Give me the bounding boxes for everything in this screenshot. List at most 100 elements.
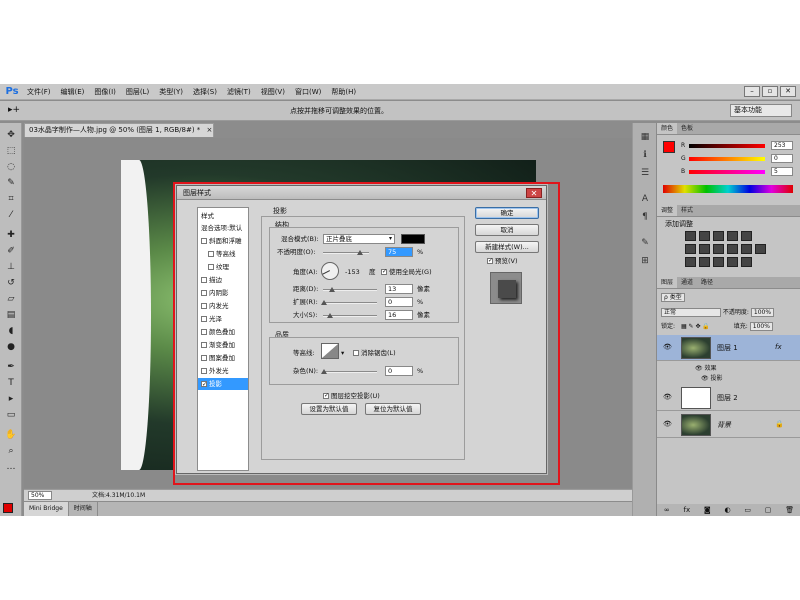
- channel-mixer-icon[interactable]: [741, 244, 752, 254]
- dialog-close-button[interactable]: ✕: [526, 188, 542, 198]
- threshold-icon[interactable]: [713, 257, 724, 267]
- eraser-icon[interactable]: ▱: [4, 293, 18, 305]
- cancel-button[interactable]: 取消: [475, 224, 539, 236]
- style-inner-glow[interactable]: 内发光: [198, 300, 248, 312]
- path-select-icon[interactable]: ▸: [4, 393, 18, 405]
- layer-name[interactable]: 图层 1: [717, 343, 738, 353]
- eye-icon[interactable]: 👁: [663, 420, 672, 428]
- tab-adjustments[interactable]: 调整: [657, 205, 678, 216]
- global-light-option[interactable]: 使用全局光(G): [381, 267, 432, 277]
- crop-icon[interactable]: ⌗: [4, 193, 18, 205]
- color-balance-icon[interactable]: [699, 244, 710, 254]
- blend-mode-select[interactable]: 正片叠底: [323, 234, 395, 244]
- menu-layer[interactable]: 图层(L): [121, 84, 154, 100]
- style-texture[interactable]: 纹理: [198, 261, 248, 273]
- layer-name[interactable]: 背景: [717, 420, 731, 430]
- history-icon[interactable]: ▦: [638, 131, 652, 143]
- satin-checkbox[interactable]: [201, 316, 207, 322]
- tab-color[interactable]: 颜色: [657, 123, 678, 134]
- workspace-select[interactable]: 基本功能: [730, 104, 792, 117]
- fx-icon[interactable]: fx: [775, 343, 782, 351]
- exposure-icon[interactable]: [727, 231, 738, 241]
- eye-icon[interactable]: 👁: [663, 343, 672, 351]
- size-slider[interactable]: [323, 313, 377, 318]
- blur-icon[interactable]: ◖: [4, 325, 18, 337]
- drop-shadow-effect[interactable]: 👁 投影: [701, 373, 723, 382]
- contour-checkbox[interactable]: [208, 251, 214, 257]
- more-tools-icon[interactable]: …: [4, 461, 18, 473]
- style-satin[interactable]: 光泽: [198, 313, 248, 325]
- curves-icon[interactable]: [713, 231, 724, 241]
- color-overlay-checkbox[interactable]: [201, 329, 207, 335]
- style-pattern-overlay[interactable]: 图案叠加: [198, 352, 248, 364]
- ok-button[interactable]: 确定: [475, 207, 539, 219]
- make-default-button[interactable]: 设置为默认值: [301, 403, 357, 415]
- bevel-checkbox[interactable]: [201, 238, 207, 244]
- tab-layers[interactable]: 图层: [657, 277, 678, 288]
- history-brush-icon[interactable]: ↺: [4, 277, 18, 289]
- clone-source-icon[interactable]: ⊞: [638, 255, 652, 267]
- antialias-option[interactable]: 消除锯齿(L): [353, 348, 396, 358]
- lasso-icon[interactable]: ◌: [4, 161, 18, 173]
- menu-image[interactable]: 图像(I): [89, 84, 121, 100]
- texture-checkbox[interactable]: [208, 264, 214, 270]
- maximize-button[interactable]: ▫: [762, 86, 778, 97]
- menu-select[interactable]: 选择(S): [188, 84, 222, 100]
- menu-help[interactable]: 帮助(H): [326, 84, 361, 100]
- gradient-overlay-checkbox[interactable]: [201, 342, 207, 348]
- panel-foreground-swatch[interactable]: [663, 141, 675, 153]
- opacity-input[interactable]: 75: [385, 247, 413, 257]
- layer-name[interactable]: 图层 2: [717, 393, 738, 403]
- shape-icon[interactable]: ▭: [4, 409, 18, 421]
- document-info[interactable]: 文档:4.31M/10.1M: [92, 491, 145, 500]
- menu-filter[interactable]: 滤镜(T): [222, 84, 256, 100]
- spread-slider-thumb[interactable]: [321, 300, 327, 305]
- fill-value[interactable]: 100%: [749, 322, 773, 331]
- hand-icon[interactable]: ✋: [4, 429, 18, 441]
- effects-eye-icon[interactable]: 👁: [695, 365, 705, 372]
- new-group-icon[interactable]: ▭: [744, 504, 751, 516]
- spread-slider[interactable]: [321, 300, 377, 305]
- eye-icon[interactable]: 👁: [663, 393, 672, 401]
- styles-header[interactable]: 样式: [198, 210, 248, 222]
- levels-icon[interactable]: [699, 231, 710, 241]
- marquee-icon[interactable]: ⬚: [4, 145, 18, 157]
- paragraph-icon[interactable]: ¶: [638, 211, 652, 223]
- style-contour[interactable]: 等高线: [198, 248, 248, 260]
- noise-input[interactable]: 0: [385, 366, 413, 376]
- distance-input[interactable]: 13: [385, 284, 413, 294]
- preview-checkbox[interactable]: [487, 256, 493, 266]
- tab-timeline[interactable]: 时间轴: [69, 502, 98, 516]
- photo-filter-icon[interactable]: [727, 244, 738, 254]
- style-color-overlay[interactable]: 颜色叠加: [198, 326, 248, 338]
- gradient-icon[interactable]: ▤: [4, 309, 18, 321]
- size-input[interactable]: 16: [385, 310, 413, 320]
- dialog-title-bar[interactable]: 图层样式 ✕: [177, 186, 546, 200]
- blue-slider[interactable]: [689, 170, 765, 174]
- brush-panel-icon[interactable]: ✎: [638, 237, 652, 249]
- tab-styles[interactable]: 样式: [677, 205, 697, 216]
- move-icon[interactable]: ✥: [4, 129, 18, 141]
- global-light-checkbox[interactable]: [381, 267, 387, 277]
- foreground-color-swatch[interactable]: [3, 503, 13, 513]
- zoom-icon[interactable]: ⌕: [4, 445, 18, 457]
- layer-opacity-value[interactable]: 100%: [750, 308, 775, 317]
- noise-slider[interactable]: [321, 369, 377, 374]
- type-icon[interactable]: T: [4, 377, 18, 389]
- green-slider[interactable]: [689, 157, 765, 161]
- document-tab[interactable]: 03水晶字制作—人物.jpg @ 50% (图层 1, RGB/8#) * ×: [24, 123, 214, 137]
- new-layer-icon[interactable]: ▢: [765, 504, 772, 516]
- new-adjustment-icon[interactable]: ◐: [724, 504, 730, 516]
- clone-stamp-icon[interactable]: ⊥: [4, 261, 18, 273]
- add-mask-icon[interactable]: ◙: [704, 504, 711, 516]
- style-bevel-emboss[interactable]: 斜面和浮雕: [198, 235, 248, 247]
- color-spectrum[interactable]: [663, 185, 793, 193]
- size-slider-thumb[interactable]: [327, 313, 333, 318]
- move-tool-icon[interactable]: ▸+: [8, 105, 20, 115]
- style-stroke[interactable]: 描边: [198, 274, 248, 286]
- tab-mini-bridge[interactable]: Mini Bridge: [24, 502, 69, 516]
- black-white-icon[interactable]: [713, 244, 724, 254]
- contour-picker[interactable]: [321, 343, 339, 359]
- gradient-map-icon[interactable]: [741, 257, 752, 267]
- green-value[interactable]: 0: [771, 154, 793, 163]
